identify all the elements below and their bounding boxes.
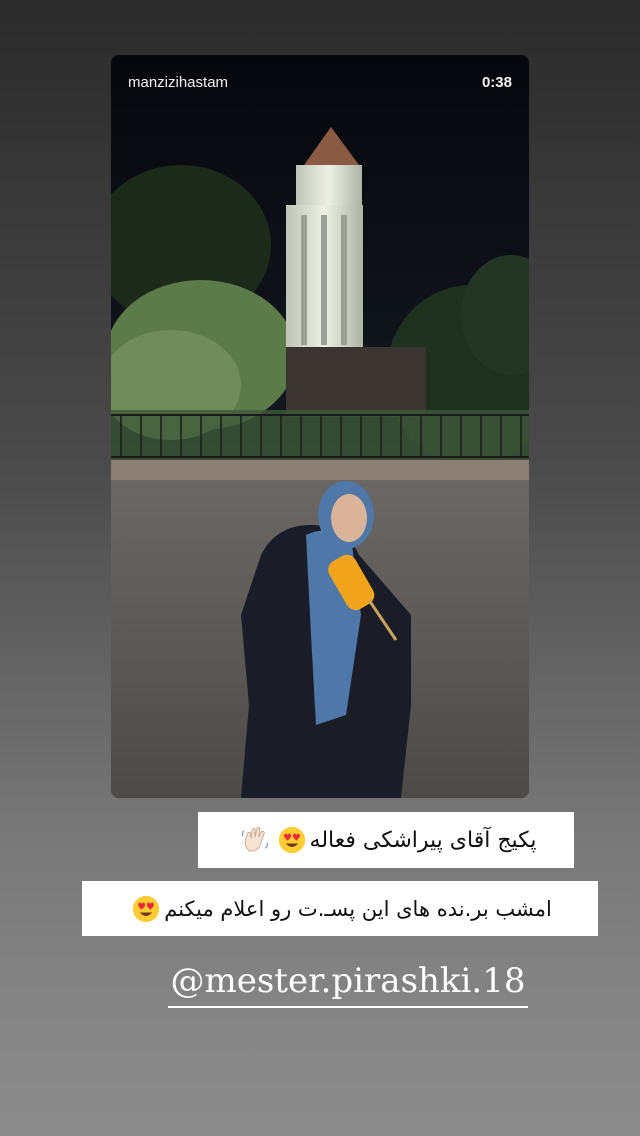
- story-header: manzizihastam 0:38: [111, 55, 529, 109]
- story-media[interactable]: manzizihastam 0:38: [111, 55, 529, 798]
- story-username[interactable]: manzizihastam: [128, 74, 228, 91]
- caption-line-2-text: امشب بر.نده های این پسـ.ت رو اعلام میکنم: [164, 896, 552, 921]
- caption-line-1: پکیج آقای پیراشکی فعاله: [198, 812, 574, 868]
- story-photo: [111, 55, 529, 798]
- heart-eyes-emoji-icon: [278, 826, 305, 854]
- caption-line-1-text: پکیج آقای پیراشکی فعاله: [309, 827, 537, 853]
- story-duration: 0:38: [481, 73, 512, 91]
- caption-line-2: امشب بر.نده های این پسـ.ت رو اعلام میکنم: [82, 881, 598, 936]
- waving-hand-emoji-icon: [241, 827, 268, 852]
- mention-link[interactable]: @mester.pirashki.18: [168, 958, 528, 1008]
- heart-eyes-emoji-icon: [133, 895, 160, 922]
